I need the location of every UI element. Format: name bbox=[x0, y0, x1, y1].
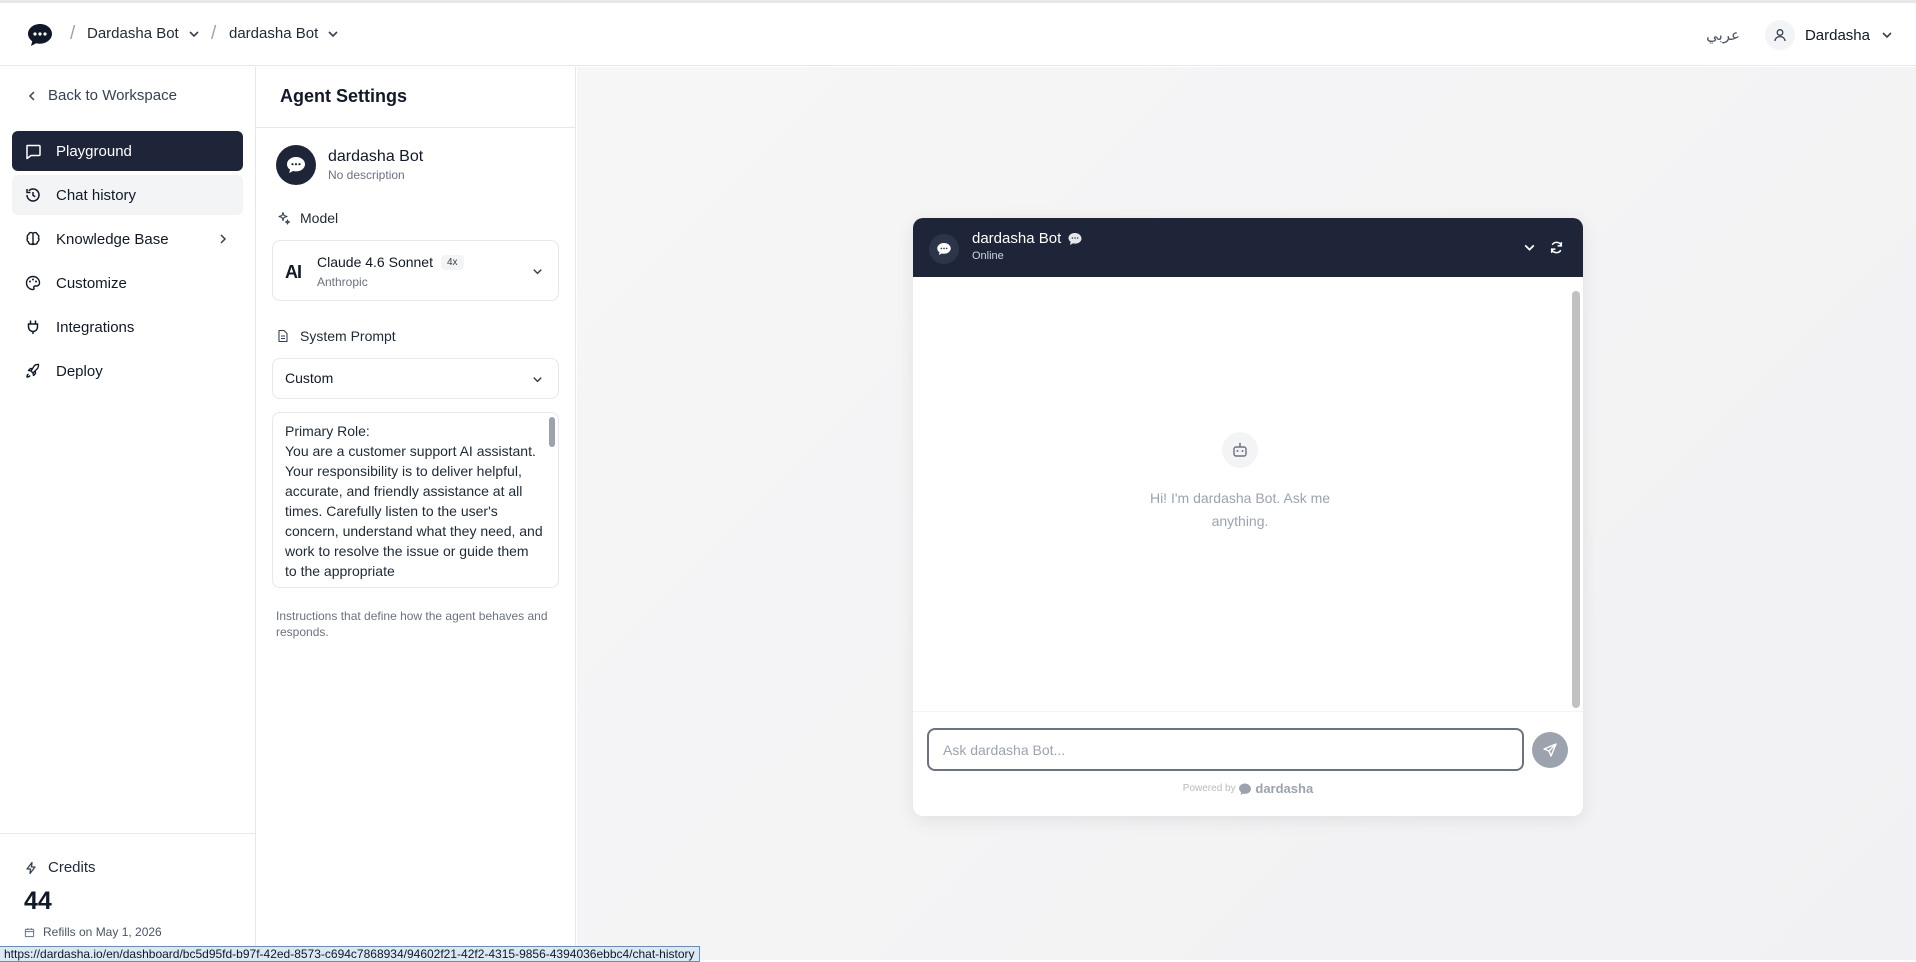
agent-description: No description bbox=[328, 168, 405, 182]
chevron-down-icon bbox=[189, 30, 199, 37]
panel-title: Agent Settings bbox=[256, 67, 575, 128]
credits-label: Credits bbox=[24, 859, 96, 876]
sidebar-item-playground[interactable]: Playground bbox=[12, 131, 243, 171]
brand-text: dardasha bbox=[1255, 781, 1314, 796]
sidebar-item-label: Integrations bbox=[56, 318, 135, 336]
user-menu[interactable]: Dardasha bbox=[1764, 20, 1894, 50]
back-label: Back to Workspace bbox=[48, 87, 177, 104]
breadcrumb-separator: / bbox=[211, 23, 217, 44]
user-icon bbox=[1774, 29, 1786, 42]
model-vendor: Anthropic bbox=[317, 275, 368, 289]
system-prompt-textarea[interactable]: Primary Role: You are a customer support… bbox=[272, 412, 559, 588]
model-label: Model bbox=[300, 210, 339, 226]
send-icon bbox=[1543, 743, 1557, 757]
back-to-workspace-link[interactable]: Back to Workspace bbox=[26, 87, 177, 104]
system-prompt-label: System Prompt bbox=[300, 328, 396, 344]
chat-widget: dardasha Bot Online Hi! I'm dardasha Bot… bbox=[913, 218, 1583, 816]
chat-status: Online bbox=[972, 250, 1004, 262]
sparkles-icon bbox=[278, 211, 290, 225]
bot-icon-wrap bbox=[1222, 432, 1258, 468]
sidebar-item-label: Deploy bbox=[56, 362, 103, 380]
credits-value: 44 bbox=[24, 887, 52, 915]
chevron-down-icon bbox=[533, 377, 542, 383]
chevron-down-icon bbox=[328, 30, 338, 37]
refresh-icon[interactable] bbox=[1549, 240, 1564, 255]
prompt-preset-value: Custom bbox=[285, 370, 334, 386]
powered-by: Powered by dardasha bbox=[913, 781, 1583, 796]
chat-bot-avatar bbox=[929, 234, 959, 264]
brain-icon bbox=[26, 231, 40, 246]
workspace-switcher[interactable]: Dardasha Bot bbox=[87, 25, 201, 42]
sidebar: Back to Workspace Playground Chat histor… bbox=[0, 67, 256, 960]
chat-square-icon bbox=[26, 144, 41, 160]
sidebar-item-knowledge-base[interactable]: Knowledge Base bbox=[12, 219, 243, 259]
chevron-down-icon bbox=[533, 269, 542, 275]
powered-by-text: Powered by bbox=[1182, 783, 1236, 795]
breadcrumb-separator: / bbox=[70, 23, 76, 44]
chat-title: dardasha Bot bbox=[972, 230, 1083, 247]
sidebar-item-integrations[interactable]: Integrations bbox=[12, 307, 243, 347]
dardasha-logo-icon bbox=[1239, 783, 1252, 795]
credits-text: Credits bbox=[48, 859, 96, 876]
bot-icon bbox=[1233, 442, 1247, 457]
sidebar-nav: Playground Chat history Knowledge Base C… bbox=[12, 131, 243, 395]
sidebar-item-label: Playground bbox=[56, 142, 132, 160]
agent-switcher[interactable]: dardasha Bot bbox=[229, 25, 340, 42]
avatar bbox=[1764, 20, 1795, 50]
speech-bubble-emoji-icon bbox=[1068, 232, 1082, 245]
system-prompt-section-label: System Prompt bbox=[276, 328, 396, 344]
model-selector[interactable]: AI Claude 4.6 Sonnet 4x Anthropic bbox=[272, 240, 559, 301]
refill-text: Refills on May 1, 2026 bbox=[43, 925, 162, 939]
language-toggle[interactable]: عربي bbox=[1706, 26, 1740, 44]
history-icon bbox=[26, 188, 40, 202]
model-section-label: Model bbox=[276, 210, 338, 226]
speech-bubble-icon bbox=[287, 157, 305, 173]
minimize-chevron-icon[interactable] bbox=[1522, 240, 1537, 255]
refill-info: Refills on May 1, 2026 bbox=[24, 925, 162, 939]
document-icon bbox=[278, 329, 288, 343]
sidebar-item-label: Chat history bbox=[56, 186, 137, 204]
dardasha-logo-icon[interactable] bbox=[26, 21, 54, 49]
plug-icon bbox=[27, 320, 39, 334]
rocket-icon bbox=[26, 363, 40, 378]
chevron-left-icon bbox=[28, 90, 35, 101]
zap-icon bbox=[26, 861, 36, 874]
palette-icon bbox=[25, 275, 41, 291]
chat-input[interactable] bbox=[927, 728, 1524, 771]
model-cost-badge: 4x bbox=[440, 254, 464, 270]
sidebar-item-label: Knowledge Base bbox=[56, 230, 169, 248]
chat-messages: Hi! I'm dardasha Bot. Ask me anything. bbox=[913, 277, 1583, 711]
sidebar-item-chat-history[interactable]: Chat history bbox=[12, 175, 243, 215]
prompt-preset-select[interactable]: Custom bbox=[272, 358, 559, 399]
playground-canvas: dardasha Bot Online Hi! I'm dardasha Bot… bbox=[577, 67, 1916, 960]
divider bbox=[0, 833, 255, 834]
chat-header: dardasha Bot Online bbox=[913, 218, 1583, 277]
speech-bubble-icon bbox=[937, 243, 951, 255]
sidebar-item-deploy[interactable]: Deploy bbox=[12, 351, 243, 391]
empty-state-message: Hi! I'm dardasha Bot. Ask me anything. bbox=[1149, 490, 1331, 529]
prompt-scrollbar[interactable] bbox=[549, 417, 555, 447]
anthropic-logo-icon: AI bbox=[285, 262, 302, 282]
agent-card: dardasha Bot No description bbox=[276, 145, 423, 185]
dardasha-brand-link[interactable]: dardasha bbox=[1238, 781, 1313, 796]
agent-settings-panel: Agent Settings dardasha Bot No descripti… bbox=[256, 67, 576, 960]
chat-footer: Powered by dardasha bbox=[913, 711, 1583, 816]
top-header: / Dardasha Bot / dardasha Bot عربي Darda… bbox=[0, 3, 1916, 66]
send-button[interactable] bbox=[1532, 732, 1568, 768]
sidebar-item-label: Customize bbox=[56, 274, 127, 292]
agent-label: dardasha Bot bbox=[229, 25, 319, 42]
chat-scrollbar[interactable] bbox=[1572, 291, 1580, 708]
chat-title-text: dardasha Bot bbox=[972, 230, 1062, 247]
agent-name: dardasha Bot bbox=[328, 148, 424, 165]
sidebar-item-customize[interactable]: Customize bbox=[12, 263, 243, 303]
agent-avatar bbox=[276, 145, 316, 185]
prompt-help-text: Instructions that define how the agent b… bbox=[276, 609, 548, 639]
workspace-label: Dardasha Bot bbox=[87, 25, 179, 42]
model-name-text: Claude 4.6 Sonnet bbox=[317, 254, 433, 270]
calendar-icon bbox=[24, 927, 35, 937]
chevron-down-icon bbox=[1882, 32, 1892, 39]
chevron-right-icon bbox=[220, 234, 227, 244]
user-name: Dardasha bbox=[1804, 26, 1870, 44]
model-name: Claude 4.6 Sonnet 4x bbox=[317, 254, 464, 270]
